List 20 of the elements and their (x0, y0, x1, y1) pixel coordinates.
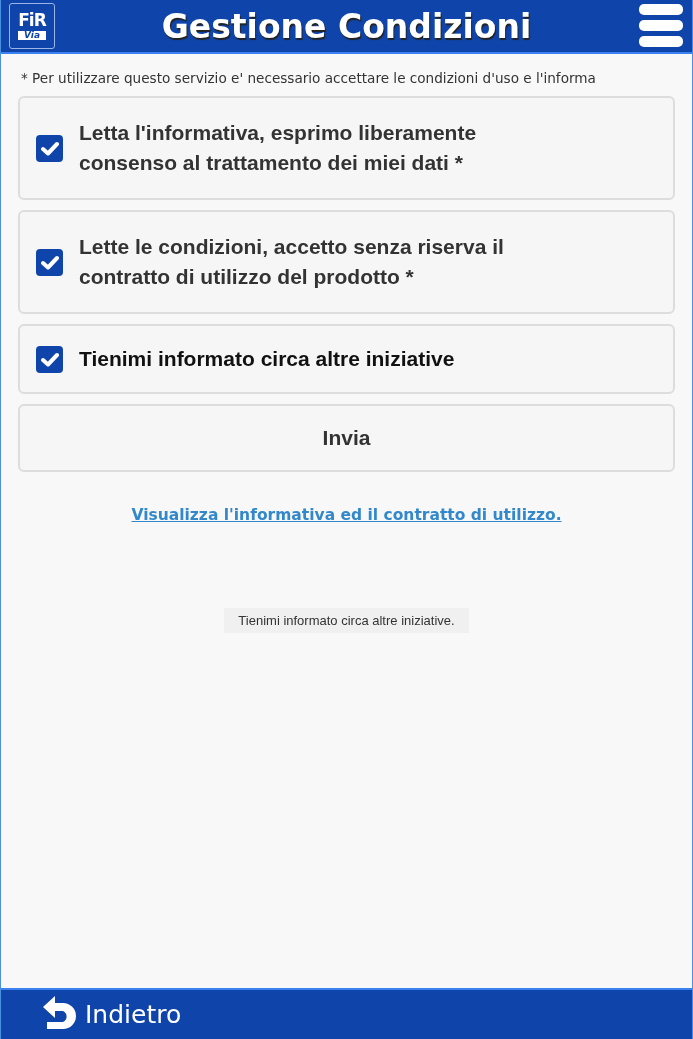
consent-option[interactable]: Letta l'informativa, esprimo liberamente consenso al trattamento dei miei dati * (18, 96, 675, 200)
terms-link[interactable]: Visualizza l'informativa ed il contratto di utilizzo. (131, 506, 562, 524)
consent-option[interactable]: Tienimi informato circa altre iniziative (18, 324, 675, 394)
checkmark-icon (40, 351, 59, 367)
checkmark-icon (40, 140, 59, 156)
page-title: Gestione Condizioni (161, 6, 532, 46)
back-button[interactable]: Indietro (85, 1000, 182, 1029)
menu-icon[interactable] (638, 2, 684, 50)
app-logo: FiR Via (9, 3, 55, 49)
option-label: Lette le condizioni, accetto senza riserva il contratto di utilizzo del prodotto * (79, 234, 505, 290)
checkbox[interactable] (36, 345, 63, 373)
option-label: Tienimi informato circa altre iniziative (79, 346, 455, 372)
notice-text: * Per utilizzare questo servizio e' necessario accettare le condizioni d'uso e l'informa (21, 70, 597, 86)
checkmark-icon (40, 254, 59, 270)
checkbox[interactable] (36, 248, 63, 276)
toast-message: Tienimi informato circa altre iniziative. (224, 608, 469, 633)
option-label: Letta l'informativa, esprimo liberamente consenso al trattamento dei miei dati * (79, 120, 478, 176)
submit-button[interactable]: Invia (18, 404, 675, 472)
checkbox[interactable] (36, 134, 63, 162)
consent-option[interactable]: Lette le condizioni, accetto senza riserva il contratto di utilizzo del prodotto * (18, 210, 675, 314)
